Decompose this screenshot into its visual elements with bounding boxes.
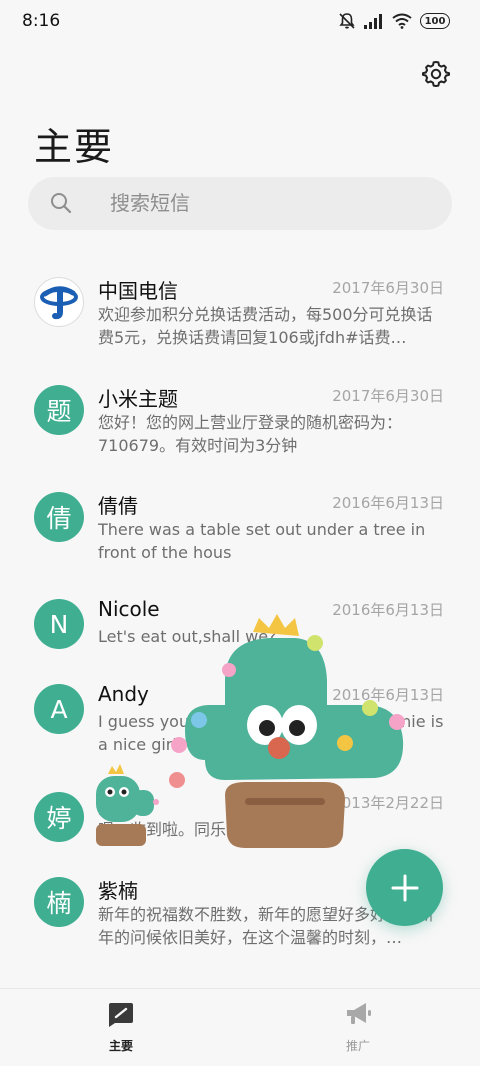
avatar bbox=[34, 277, 84, 327]
avatar: 楠 bbox=[34, 877, 84, 927]
battery-icon: 100 bbox=[420, 13, 450, 29]
avatar: 倩 bbox=[34, 492, 84, 542]
tab-main-label: 主要 bbox=[108, 1039, 133, 1053]
avatar: 婷 bbox=[34, 792, 84, 842]
avatar: 题 bbox=[34, 385, 84, 435]
settings-button[interactable] bbox=[421, 59, 451, 89]
sender-name: Andy bbox=[98, 682, 149, 706]
message-date: 2016年6月13日 bbox=[332, 494, 444, 512]
search-bar[interactable] bbox=[28, 177, 452, 230]
conversation-item[interactable]: A Andy 2016年6月13日 I guess you're some lu… bbox=[0, 682, 480, 789]
message-date: 2016年6月13日 bbox=[332, 686, 444, 704]
signal-icon bbox=[364, 14, 382, 29]
avatar: N bbox=[34, 599, 84, 649]
page-title: 主要 bbox=[34, 125, 115, 169]
sender-name: 小米主题 bbox=[98, 387, 178, 411]
message-preview: 您好！您的网上营业厅登录的随机密码为：710679。有效时间为3分钟 bbox=[98, 413, 403, 455]
megaphone-icon bbox=[347, 1003, 371, 1024]
tab-promotions[interactable]: 推广 bbox=[318, 1001, 398, 1054]
mute-bell-icon bbox=[339, 13, 355, 29]
tab-promotions-label: 推广 bbox=[345, 1039, 370, 1053]
status-time: 8:16 bbox=[22, 11, 61, 31]
sender-name: 倩倩 bbox=[98, 494, 138, 518]
new-message-button[interactable] bbox=[366, 849, 443, 926]
message-date: 2016年6月13日 bbox=[332, 601, 444, 619]
sender-name: 燕婷 bbox=[98, 794, 138, 818]
conversation-item[interactable]: 倩 倩倩 2016年6月13日 There was a table set ou… bbox=[0, 492, 480, 597]
message-preview: There was a table set out under a tree i… bbox=[98, 520, 426, 562]
china-telecom-logo-icon bbox=[40, 286, 78, 320]
status-bar: 8:16 100 bbox=[0, 0, 480, 44]
sender-name: 紫楠 bbox=[98, 879, 138, 903]
message-preview: 嗯。收到啦。同乐同乐。 bbox=[98, 820, 275, 839]
avatar: A bbox=[34, 684, 84, 734]
conversation-item[interactable]: 题 小米主题 2017年6月30日 您好！您的网上营业厅登录的随机密码为：710… bbox=[0, 385, 480, 490]
wifi-icon bbox=[392, 13, 412, 29]
tab-main[interactable]: 主要 bbox=[81, 1001, 161, 1054]
message-date: 2017年6月30日 bbox=[332, 279, 444, 297]
message-preview: 欢迎参加积分兑换话费活动，每500分可兑换话费5元，兑换话费请回复106或jfd… bbox=[98, 305, 433, 347]
sender-name: Nicole bbox=[98, 597, 160, 621]
message-date: 2013年2月22日 bbox=[332, 794, 444, 812]
message-preview: I guess you're some lucky guy,Stephanie … bbox=[98, 712, 444, 754]
bottom-nav: 主要 推广 bbox=[0, 988, 480, 1066]
sender-name: 中国电信 bbox=[98, 279, 178, 303]
conversation-item[interactable]: 中国电信 2017年6月30日 欢迎参加积分兑换话费活动，每500分可兑换话费5… bbox=[0, 277, 480, 382]
compose-icon bbox=[109, 1003, 133, 1027]
gear-icon bbox=[422, 61, 450, 87]
status-icons: 100 bbox=[338, 12, 450, 30]
message-preview: Let's eat out,shall we? bbox=[98, 627, 277, 646]
search-input[interactable] bbox=[110, 188, 430, 218]
plus-icon bbox=[391, 874, 418, 901]
search-icon bbox=[51, 193, 72, 214]
message-date: 2017年6月30日 bbox=[332, 387, 444, 405]
